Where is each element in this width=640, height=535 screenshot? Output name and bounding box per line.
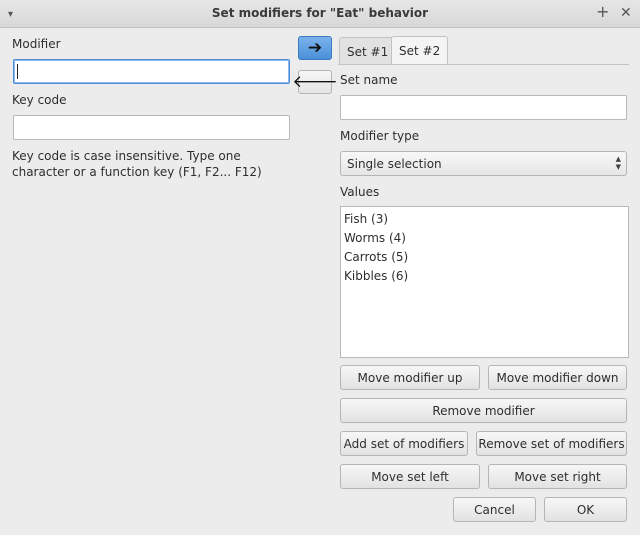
spinner-arrows-icon: ▲ ▼ — [615, 155, 621, 171]
text-caret — [17, 64, 18, 79]
cancel-button[interactable]: Cancel — [453, 497, 536, 522]
move-modifier-up-button[interactable]: Move modifier up — [340, 365, 480, 390]
modifier-type-select[interactable]: Single selection ▲ ▼ — [340, 151, 627, 176]
modifier-type-value: Single selection — [347, 156, 442, 171]
key-code-hint: Key code is case insensitive. Type one c… — [12, 149, 262, 179]
set-name-label: Set name — [340, 73, 398, 87]
tab-set-2[interactable]: Set #2 — [391, 36, 449, 65]
remove-modifier-button[interactable]: Remove modifier — [340, 398, 627, 423]
key-code-input[interactable] — [13, 115, 290, 140]
modifier-type-label: Modifier type — [340, 129, 420, 143]
set-name-input[interactable] — [340, 95, 627, 120]
list-item[interactable]: Kibbles (6) — [344, 267, 625, 286]
tab-set-1[interactable]: Set #1 — [339, 37, 397, 65]
remove-set-button[interactable]: Remove set of modifiers — [476, 431, 627, 456]
move-modifier-down-button[interactable]: Move modifier down — [488, 365, 627, 390]
tab-divider — [338, 64, 629, 65]
modifier-label: Modifier — [12, 37, 61, 51]
move-left-button[interactable]: 🡐 — [292, 70, 338, 94]
window-title: Set modifiers for "Eat" behavior — [211, 6, 429, 20]
move-right-button[interactable]: ➔ — [298, 36, 332, 60]
title-bar: ▾ Set modifiers for "Eat" behavior + ✕ — [0, 0, 640, 28]
list-item[interactable]: Carrots (5) — [344, 248, 625, 267]
values-label: Values — [340, 185, 380, 199]
add-set-button[interactable]: Add set of modifiers — [340, 431, 468, 456]
move-set-right-button[interactable]: Move set right — [488, 464, 627, 489]
key-code-label: Key code — [12, 93, 67, 107]
move-set-left-button[interactable]: Move set left — [340, 464, 480, 489]
close-icon[interactable]: ✕ — [620, 4, 632, 22]
values-list[interactable]: Fish (3) Worms (4) Carrots (5) Kibbles (… — [340, 206, 629, 358]
arrow-right-icon: ➔ — [307, 37, 323, 58]
maximize-icon[interactable]: + — [596, 3, 609, 21]
list-item[interactable]: Fish (3) — [344, 210, 625, 229]
list-item[interactable]: Worms (4) — [344, 229, 625, 248]
arrow-left-icon: 🡐 — [292, 71, 338, 92]
ok-button[interactable]: OK — [544, 497, 627, 522]
modifier-input[interactable] — [13, 59, 290, 84]
